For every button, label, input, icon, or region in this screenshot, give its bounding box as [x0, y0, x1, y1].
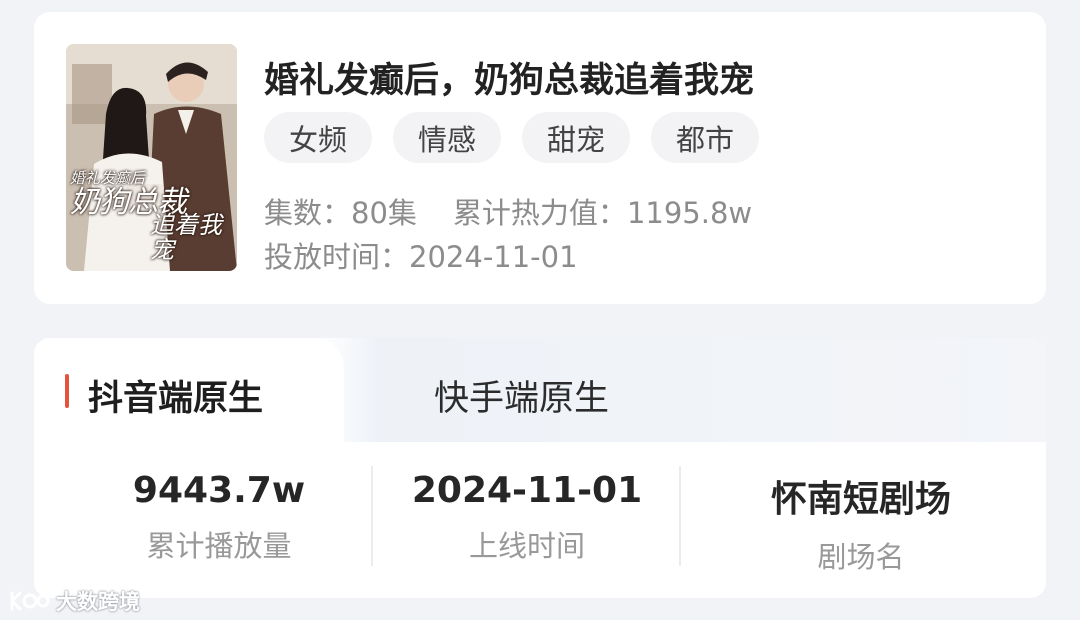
tag-chip[interactable]: 女频 — [264, 112, 373, 163]
watermark: 大数跨境 — [8, 586, 140, 616]
heat-value: 1195.8w — [626, 196, 753, 230]
stat-label: 累计播放量 — [146, 529, 292, 563]
drama-card[interactable]: 婚礼发癫后 奶狗总裁 追着我宠 婚礼发癫后，奶狗总裁追着我宠 女频 情感 甜宠 … — [34, 12, 1046, 304]
stat-value: 9443.7w — [132, 470, 306, 511]
tab-kuaishou-native[interactable]: 快手端原生 — [434, 370, 609, 421]
stat-value: 2024-11-01 — [411, 470, 643, 511]
stat-divider — [679, 466, 681, 566]
poster-overlay-line3: 追着我宠 — [150, 210, 222, 264]
page: 婚礼发癫后 奶狗总裁 追着我宠 婚礼发癫后，奶狗总裁追着我宠 女频 情感 甜宠 … — [0, 0, 1080, 620]
stat-label: 剧场名 — [817, 540, 905, 574]
tab-douyin-native[interactable]: 抖音端原生 — [34, 338, 344, 442]
stat-label: 上线时间 — [468, 529, 585, 563]
episodes-value: 80集 — [351, 196, 417, 230]
active-tab-marker — [65, 374, 69, 408]
tag-chip[interactable]: 都市 — [651, 112, 760, 163]
watermark-text: 大数跨境 — [56, 590, 140, 614]
release-label: 投放时间： — [264, 240, 410, 274]
platform-stats-card: 抖音端原生 快手端原生 9443.7w 累计播放量 2024-11-01 上线时… — [34, 338, 1046, 598]
dashuju-logo-icon — [10, 591, 50, 611]
tag-list: 女频 情感 甜宠 都市 — [264, 112, 760, 163]
tag-chip[interactable]: 甜宠 — [522, 112, 631, 163]
stat-launch-date: 2024-11-01 上线时间 — [372, 458, 682, 568]
release-value: 2024-11-01 — [409, 240, 578, 274]
tab-douyin-native-label: 抖音端原生 — [88, 379, 264, 419]
heat-label: 累计热力值： — [452, 196, 627, 230]
episodes-label: 集数： — [264, 196, 352, 230]
stats-row: 9443.7w 累计播放量 2024-11-01 上线时间 怀南短剧场 剧场名 — [34, 458, 1046, 574]
stat-total-plays: 9443.7w 累计播放量 — [64, 458, 374, 568]
poster-title-overlay: 婚礼发癫后 奶狗总裁 追着我宠 — [70, 171, 233, 263]
tag-chip[interactable]: 情感 — [393, 112, 502, 163]
stat-value: 怀南短剧场 — [770, 479, 951, 520]
drama-title[interactable]: 婚礼发癫后，奶狗总裁追着我宠 — [264, 52, 754, 103]
stat-theater-name: 怀南短剧场 剧场名 — [706, 458, 1016, 574]
drama-poster[interactable]: 婚礼发癫后 奶狗总裁 追着我宠 — [66, 44, 237, 271]
meta-row-release: 投放时间：2024-11-01 — [264, 234, 578, 276]
meta-row-episodes-heat: 集数：80集 累计热力值：1195.8w — [264, 190, 752, 232]
platform-tabs: 抖音端原生 快手端原生 — [34, 338, 1046, 442]
